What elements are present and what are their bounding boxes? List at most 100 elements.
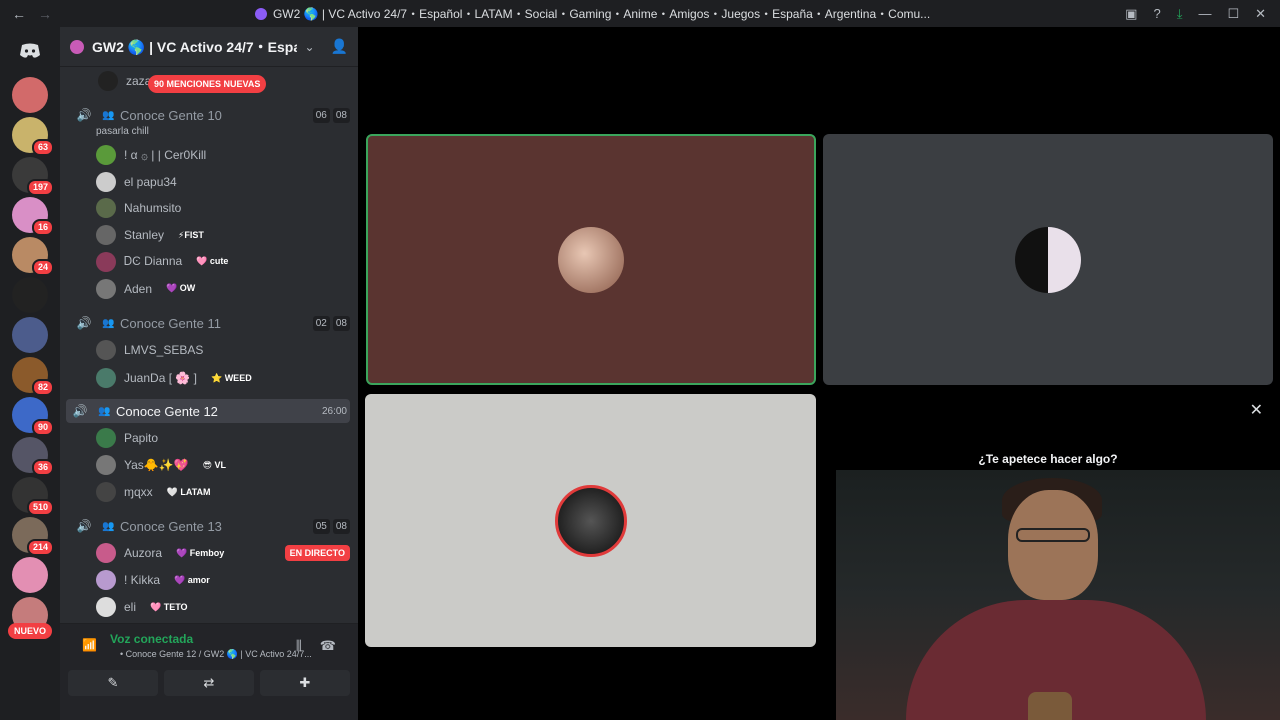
channel-conoce-gente-10[interactable]: 🔊 👥 Conoce Gente 10 06 08 — [70, 103, 350, 127]
maximize-icon[interactable]: ☐ — [1227, 6, 1239, 22]
participant-tile-speaking[interactable] — [366, 134, 816, 385]
server-icon[interactable]: 90 — [12, 397, 54, 436]
list-item[interactable]: eli 🩷 TETO — [70, 595, 350, 619]
avatar — [96, 171, 116, 192]
close-icon[interactable]: ✕ — [1255, 6, 1266, 22]
list-item[interactable]: Yas🐥✨💖 😎 VL — [70, 453, 350, 477]
disconnect-icon[interactable]: ☎ — [320, 638, 336, 654]
channel-conoce-gente-11[interactable]: 🔊 👥 Conoce Gente 11 02 08 — [70, 311, 350, 335]
list-item[interactable]: ! α ۞ | | Cer0Kill — [70, 143, 350, 167]
user-count: 05 — [312, 518, 330, 534]
server-rail: 63 197 16 24 82 90 36 510 214 NUEVO — [0, 27, 60, 720]
server-icon[interactable]: 63 — [12, 117, 54, 156]
server-name: GW2 🌎 | VC Activo 24/7・Espa... — [92, 38, 297, 55]
avatar — [96, 570, 116, 590]
list-item[interactable]: Nahumsito — [70, 196, 350, 220]
server-icon[interactable]: 82 — [12, 357, 54, 396]
server-icon[interactable]: 214 — [12, 517, 54, 556]
list-item[interactable]: Aden 💜 OW — [70, 277, 350, 301]
server-icon[interactable]: 16 — [12, 197, 54, 236]
help-icon[interactable]: ? — [1153, 6, 1160, 21]
share-screen-button[interactable]: ⇄ — [164, 670, 254, 696]
avatar — [1015, 226, 1081, 293]
channel-name: Conoce Gente 12 — [116, 403, 218, 419]
voice-channel-path[interactable]: • Conoce Gente 12 / GW2 🌎 | VC Activo 24… — [120, 649, 312, 660]
person-head — [1008, 490, 1098, 600]
server-icon[interactable] — [12, 317, 48, 353]
avatar — [96, 225, 116, 246]
avatar — [96, 482, 116, 502]
list-item[interactable]: el papu34 — [70, 170, 350, 194]
members-icon: 👥 — [102, 109, 115, 121]
server-header[interactable]: GW2 🌎 | VC Activo 24/7・Espa... ⌄ 👤 — [60, 27, 358, 67]
invite-icon[interactable]: 👤 — [331, 38, 348, 55]
webcam-overlay — [836, 470, 1280, 720]
voice-status[interactable]: Voz conectada — [110, 632, 193, 646]
noise-suppression-icon[interactable]: ⫼ — [296, 638, 302, 654]
avatar — [98, 71, 118, 91]
user-name: Auzora — [124, 546, 163, 560]
server-icon[interactable] — [12, 557, 48, 593]
camera-off-button[interactable]: ✎ — [68, 670, 158, 696]
server-icon[interactable]: 510 — [12, 477, 54, 516]
channel-conoce-gente-12[interactable]: 🔊 👥 Conoce Gente 12 26:00 — [66, 399, 350, 423]
user-name: Stanley — [124, 228, 165, 243]
avatar — [96, 428, 116, 448]
avatar — [96, 278, 116, 299]
new-badge[interactable]: NUEVO — [8, 623, 52, 639]
user-name: ! α ۞ | | Cer0Kill — [124, 148, 207, 162]
minimize-icon[interactable]: — — [1198, 6, 1211, 21]
title-bar: ← → GW2 🌎 | VC Activo 24/7・Español・LATAM… — [0, 0, 1280, 27]
inbox-icon[interactable]: ▣ — [1125, 6, 1137, 22]
user-name: JuanDa [ 🌸 ] — [124, 371, 197, 385]
discord-home-icon[interactable] — [10, 31, 50, 71]
channel-status: pasarla chill — [96, 126, 149, 137]
unread-badge: 197 — [26, 179, 54, 196]
user-count: 02 — [312, 315, 330, 331]
participant-tile[interactable] — [823, 134, 1273, 385]
forward-icon[interactable]: → — [38, 6, 52, 22]
server-icon[interactable]: 24 — [12, 237, 54, 276]
server-icon — [70, 39, 84, 54]
members-icon: 👥 — [102, 520, 115, 532]
server-icon[interactable]: 197 — [12, 157, 54, 196]
unread-badge: 214 — [26, 539, 54, 556]
list-item[interactable]: ! Kikka 💜 amor — [70, 568, 350, 592]
live-badge[interactable]: EN DIRECTO — [284, 545, 350, 561]
channel-name: Conoce Gente 11 — [120, 315, 221, 331]
mentions-badge[interactable]: 90 MENCIONES NUEVAS — [148, 75, 267, 93]
activity-title: ¿Te apetece hacer algo? — [978, 452, 1118, 466]
list-item[interactable]: ɱɋxx 🤍 LATAM — [70, 480, 350, 504]
user-tag: 🩷 TETO — [150, 601, 188, 612]
unread-badge: 90 — [31, 419, 54, 436]
signal-icon[interactable]: 📶 — [82, 638, 97, 652]
user-count: 06 — [312, 107, 330, 123]
activities-button[interactable]: ✚ — [260, 670, 350, 696]
user-name: ɱɋxx — [124, 485, 153, 499]
participant-tile[interactable] — [365, 394, 816, 647]
user-name: el papu34 — [124, 174, 177, 189]
channel-conoce-gente-13[interactable]: 🔊 👥 Conoce Gente 13 05 08 — [70, 514, 350, 538]
list-item[interactable]: Auzora 💜 Femboy EN DIRECTO — [70, 541, 350, 565]
user-tag: 😎 VL — [202, 459, 227, 470]
server-icon[interactable] — [12, 77, 48, 113]
chevron-down-icon[interactable]: ⌄ — [305, 40, 315, 54]
list-item[interactable]: Papito — [70, 426, 350, 450]
user-tag: ⚡FIST — [178, 229, 204, 240]
unread-badge: 63 — [31, 139, 54, 156]
unread-badge: 24 — [31, 259, 54, 276]
speaker-icon: 🔊 — [72, 404, 88, 418]
list-item[interactable]: JuanDa [ 🌸 ] ⭐ WEED — [70, 366, 350, 390]
download-icon[interactable]: ⤓ — [1177, 6, 1183, 22]
user-limit: 08 — [332, 518, 350, 534]
list-item[interactable]: LMVS_SEBAS — [70, 338, 350, 362]
close-icon[interactable]: ✕ — [1250, 400, 1263, 420]
unread-badge: 16 — [31, 219, 54, 236]
list-item[interactable]: ᎠϾ Dianna 🩷 cute — [70, 250, 350, 274]
list-item[interactable]: Stanley ⚡FIST — [70, 223, 350, 247]
server-icon[interactable]: 36 — [12, 437, 54, 476]
server-icon[interactable] — [12, 277, 48, 313]
avatar — [96, 145, 116, 165]
back-icon[interactable]: ← — [12, 6, 26, 22]
avatar — [96, 597, 116, 617]
